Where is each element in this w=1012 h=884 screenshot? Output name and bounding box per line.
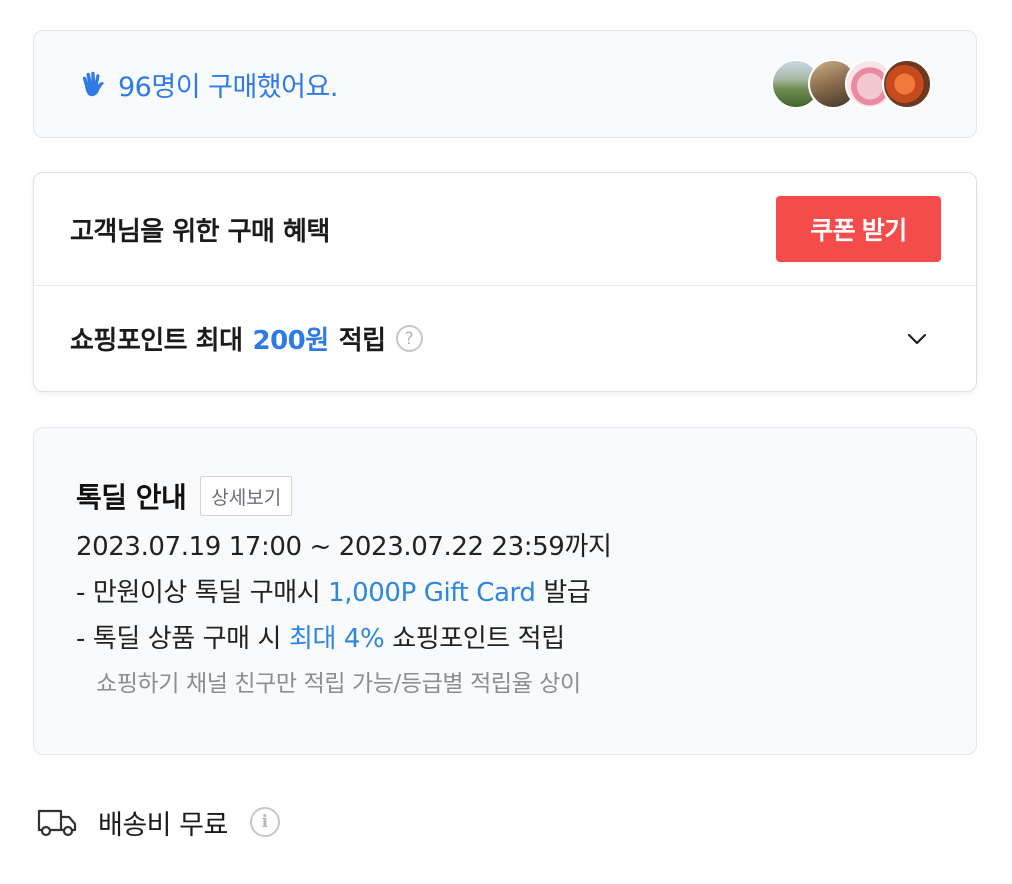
help-icon[interactable]: ? xyxy=(395,325,423,352)
deal-line-1-prefix: - 만원이상 톡딜 구매시 xyxy=(76,578,321,608)
shipping-info: 배송비 무료 i xyxy=(36,796,280,848)
waving-hand-icon xyxy=(82,71,104,97)
buyers-card: 96명이 구매했어요. xyxy=(33,30,977,138)
view-details-button[interactable]: 상세보기 xyxy=(200,476,293,516)
points-summary: 쇼핑포인트 최대 200원 적립 ? xyxy=(70,320,423,357)
deal-benefit-line-2: - 톡딜 상품 구매 시 최대 4% 쇼핑포인트 적립 xyxy=(76,616,934,662)
buyer-avatars xyxy=(771,59,932,109)
chevron-down-icon[interactable] xyxy=(904,326,930,352)
deal-header: 톡딜 안내 상세보기 xyxy=(76,476,934,516)
benefit-header: 고객님을 위한 구매 혜택 쿠폰 받기 xyxy=(34,173,976,286)
deal-line-1-highlight: 1,000P Gift Card xyxy=(328,578,536,608)
points-suffix: 적립 xyxy=(338,326,386,356)
points-prefix: 쇼핑포인트 최대 xyxy=(70,326,243,356)
get-coupon-button[interactable]: 쿠폰 받기 xyxy=(776,196,941,262)
deal-line-2-suffix: 쇼핑포인트 적립 xyxy=(392,624,565,654)
points-row[interactable]: 쇼핑포인트 최대 200원 적립 ? xyxy=(34,286,976,391)
shipping-text: 배송비 무료 xyxy=(98,809,228,841)
purchase-benefit-card: 고객님을 위한 구매 혜택 쿠폰 받기 쇼핑포인트 최대 200원 적립 ? xyxy=(33,172,977,392)
buyers-count-text: 96명이 구매했어요. xyxy=(118,71,338,103)
deal-title: 톡딜 안내 xyxy=(76,481,187,514)
buyers-summary: 96명이 구매했어요. xyxy=(78,65,338,104)
deal-benefit-line-1: - 만원이상 톡딜 구매시 1,000P Gift Card 발급 xyxy=(76,570,934,616)
benefit-title: 고객님을 위한 구매 혜택 xyxy=(70,216,330,247)
deal-line-1-suffix: 발급 xyxy=(543,578,591,608)
deal-line-2-highlight: 최대 4% xyxy=(288,624,385,654)
deal-line-2-prefix: - 톡딜 상품 구매 시 xyxy=(76,624,282,654)
avatar xyxy=(882,59,932,109)
deal-period: 2023.07.19 17:00 ~ 2023.07.22 23:59까지 xyxy=(76,532,612,562)
deal-note: 쇼핑하기 채널 친구만 적립 가능/등급별 적립율 상이 xyxy=(96,671,581,697)
info-icon[interactable]: i xyxy=(249,807,280,837)
truck-icon xyxy=(37,809,77,837)
points-amount: 200원 xyxy=(252,326,330,356)
talk-deal-info-card: 톡딜 안내 상세보기 2023.07.19 17:00 ~ 2023.07.22… xyxy=(33,427,977,755)
